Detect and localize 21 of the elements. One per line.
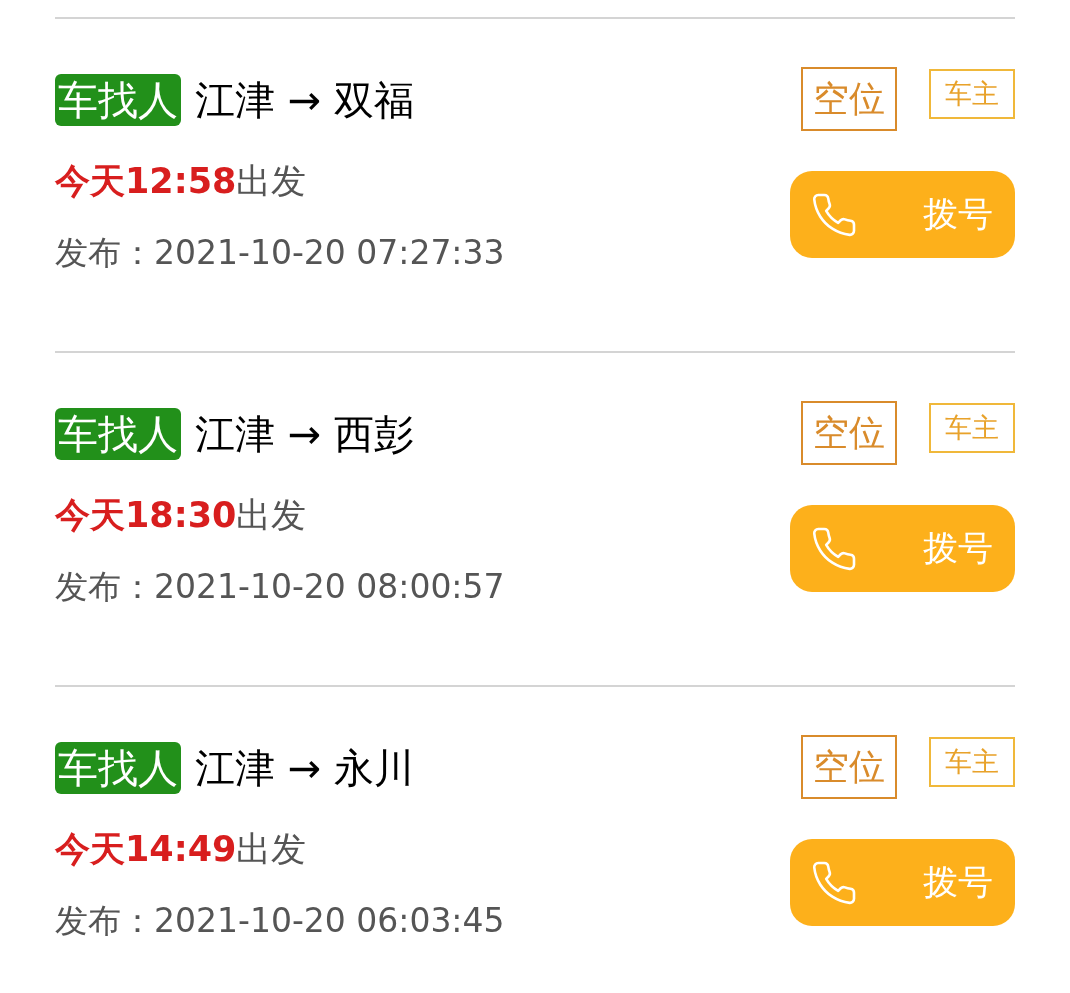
departure-time: 今天18:30出发 xyxy=(55,494,308,537)
ride-type-tag: 车找人 xyxy=(55,408,181,460)
route-text: 江津 → 永川 xyxy=(195,744,414,793)
dial-button[interactable]: 拨号 xyxy=(790,171,1015,258)
publish-time: 发布：2021-10-20 08:00:57 xyxy=(55,566,505,608)
ride-type-tag: 车找人 xyxy=(55,742,181,794)
route-text: 江津 → 西彭 xyxy=(195,410,414,459)
seat-badge: 空位 xyxy=(801,67,897,131)
publish-time: 发布：2021-10-20 07:27:33 xyxy=(55,232,505,274)
owner-badge: 车主 xyxy=(929,69,1015,119)
owner-badge: 车主 xyxy=(929,403,1015,453)
departure-time: 今天14:49出发 xyxy=(55,828,308,871)
publish-time: 发布：2021-10-20 06:03:45 xyxy=(55,900,505,942)
departure-time: 今天12:58出发 xyxy=(55,160,308,203)
seat-badge: 空位 xyxy=(801,401,897,465)
dial-button[interactable]: 拨号 xyxy=(790,839,1015,926)
route-text: 江津 → 双福 xyxy=(195,76,414,125)
ride-type-tag: 车找人 xyxy=(55,74,181,126)
seat-badge: 空位 xyxy=(801,735,897,799)
dial-button[interactable]: 拨号 xyxy=(790,505,1015,592)
owner-badge: 车主 xyxy=(929,737,1015,787)
